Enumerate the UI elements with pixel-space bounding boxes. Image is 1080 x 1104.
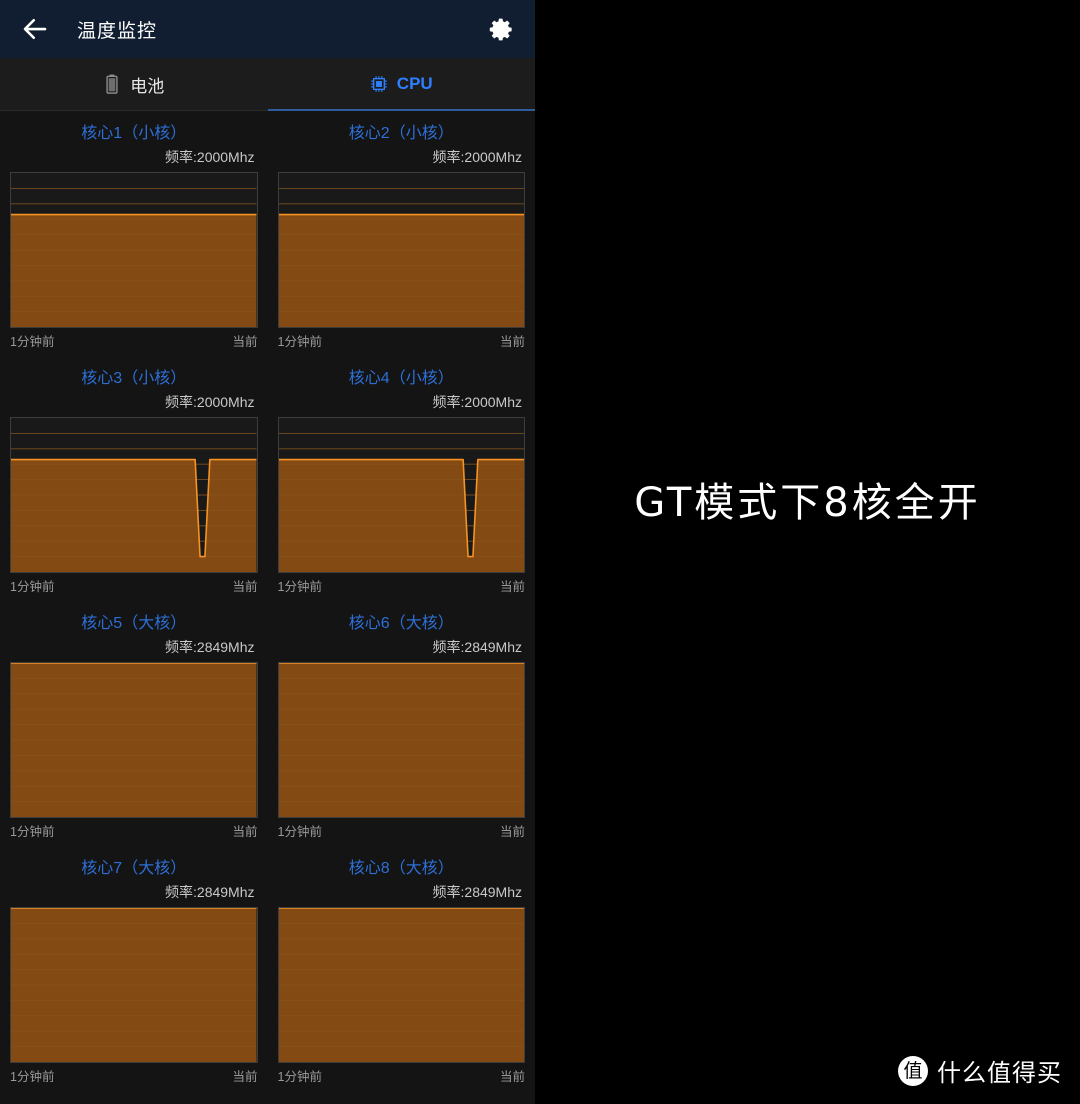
core-frequency-label: 频率:2849Mhz bbox=[432, 639, 522, 655]
axis-label-end: 当前 bbox=[232, 335, 258, 349]
chart-area-fill bbox=[278, 214, 524, 327]
chart-area-fill bbox=[278, 459, 524, 572]
core-chart-grid: 核心1（小核） 频率:2000Mhz 1分钟前 当前 核心2（小核） 频率:2000Mhz… bbox=[0, 111, 535, 1091]
core-card: 核心4（小核） 频率:2000Mhz 1分钟前 当前 bbox=[268, 356, 536, 601]
axis-label-end: 当前 bbox=[499, 335, 525, 349]
axis-label-start: 1分钟前 bbox=[10, 825, 55, 839]
chart-axis-labels: 1分钟前 当前 bbox=[278, 1063, 526, 1085]
axis-label-start: 1分钟前 bbox=[10, 1070, 55, 1084]
tab-bar: 电池 CPU bbox=[0, 58, 535, 111]
chart-axis-labels: 1分钟前 当前 bbox=[10, 818, 258, 840]
tab-battery[interactable]: 电池 bbox=[0, 58, 268, 110]
cpu-chip-icon bbox=[371, 76, 387, 92]
core-usage-sparkline bbox=[278, 663, 524, 817]
phone-screenshot: 温度监控 电池 CPU 核心1（小核） 频率:2000Mhz 1分钟前 当前 核… bbox=[0, 0, 535, 1104]
axis-label-start: 1分钟前 bbox=[277, 335, 322, 349]
chart-axis-labels: 1分钟前 当前 bbox=[10, 328, 258, 350]
core-frequency-label: 频率:2849Mhz bbox=[165, 884, 255, 900]
chart-axis-labels: 1分钟前 当前 bbox=[278, 818, 526, 840]
core-title: 核心4（小核） bbox=[348, 370, 454, 387]
core-title: 核心1（小核） bbox=[81, 125, 187, 142]
core-frequency-label: 频率:2000Mhz bbox=[165, 149, 255, 165]
axis-label-start: 1分钟前 bbox=[10, 335, 55, 349]
gear-icon[interactable] bbox=[488, 16, 515, 43]
core-card: 核心5（大核） 频率:2849Mhz 1分钟前 当前 bbox=[0, 601, 268, 846]
axis-label-end: 当前 bbox=[232, 1070, 258, 1084]
watermark-label: 什么值得买 bbox=[937, 1059, 1062, 1087]
core-usage-sparkline bbox=[11, 908, 257, 1062]
axis-label-end: 当前 bbox=[499, 580, 525, 594]
chart-axis-labels: 1分钟前 当前 bbox=[278, 573, 526, 595]
core-card: 核心3（小核） 频率:2000Mhz 1分钟前 当前 bbox=[0, 356, 268, 601]
axis-label-end: 当前 bbox=[232, 825, 258, 839]
core-usage-sparkline bbox=[11, 173, 257, 327]
core-title: 核心7（大核） bbox=[81, 860, 187, 877]
core-usage-chart bbox=[10, 907, 258, 1063]
core-usage-chart bbox=[10, 662, 258, 818]
core-usage-chart bbox=[277, 172, 525, 328]
core-card: 核心6（大核） 频率:2849Mhz 1分钟前 当前 bbox=[268, 601, 536, 846]
core-title: 核心5（大核） bbox=[81, 615, 187, 632]
axis-label-end: 当前 bbox=[499, 825, 525, 839]
core-usage-chart bbox=[10, 172, 258, 328]
core-card: 核心1（小核） 频率:2000Mhz 1分钟前 当前 bbox=[0, 111, 268, 356]
core-title: 核心3（小核） bbox=[81, 370, 187, 387]
core-card: 核心8（大核） 频率:2849Mhz 1分钟前 当前 bbox=[268, 846, 536, 1091]
chart-axis-labels: 1分钟前 当前 bbox=[10, 573, 258, 595]
core-usage-sparkline bbox=[278, 418, 524, 572]
core-frequency-label: 频率:2849Mhz bbox=[432, 884, 522, 900]
axis-label-start: 1分钟前 bbox=[277, 1070, 322, 1084]
core-title: 核心6（大核） bbox=[348, 615, 454, 632]
battery-icon bbox=[106, 74, 118, 94]
core-usage-sparkline bbox=[11, 663, 257, 817]
watermark: 值 什么值得买 bbox=[898, 1053, 1062, 1088]
chart-area-fill bbox=[11, 214, 257, 327]
axis-label-start: 1分钟前 bbox=[277, 825, 322, 839]
core-card: 核心7（大核） 频率:2849Mhz 1分钟前 当前 bbox=[0, 846, 268, 1091]
core-usage-chart bbox=[277, 907, 525, 1063]
tab-cpu[interactable]: CPU bbox=[267, 58, 536, 111]
core-title: 核心2（小核） bbox=[348, 125, 454, 142]
core-usage-sparkline bbox=[278, 173, 524, 327]
arrow-left-icon[interactable] bbox=[20, 14, 50, 44]
axis-label-start: 1分钟前 bbox=[277, 580, 322, 594]
chart-axis-labels: 1分钟前 当前 bbox=[10, 1063, 258, 1085]
axis-label-end: 当前 bbox=[232, 580, 258, 594]
core-usage-chart bbox=[277, 417, 525, 573]
core-usage-chart bbox=[10, 417, 258, 573]
core-usage-sparkline bbox=[11, 418, 257, 572]
app-bar: 温度监控 bbox=[0, 0, 535, 58]
axis-label-start: 1分钟前 bbox=[10, 580, 55, 594]
page-root: 温度监控 电池 CPU 核心1（小核） 频率:2000Mhz 1分钟前 当前 核… bbox=[0, 0, 1080, 1104]
core-frequency-label: 频率:2000Mhz bbox=[165, 394, 255, 410]
core-frequency-label: 频率:2849Mhz bbox=[165, 639, 255, 655]
core-frequency-label: 频率:2000Mhz bbox=[432, 149, 522, 165]
annotation-caption: GT模式下8核全开 bbox=[634, 480, 981, 526]
core-frequency-label: 频率:2000Mhz bbox=[432, 394, 522, 410]
smzdm-logo-icon: 值 bbox=[898, 1055, 928, 1086]
core-card: 核心2（小核） 频率:2000Mhz 1分钟前 当前 bbox=[268, 111, 536, 356]
tab-cpu-label: CPU bbox=[396, 74, 433, 93]
axis-label-end: 当前 bbox=[499, 1070, 525, 1084]
core-usage-sparkline bbox=[278, 908, 524, 1062]
page-title: 温度监控 bbox=[77, 20, 158, 42]
chart-axis-labels: 1分钟前 当前 bbox=[278, 328, 526, 350]
annotation-panel: GT模式下8核全开 值 什么值得买 bbox=[535, 0, 1080, 1104]
tab-battery-label: 电池 bbox=[130, 76, 165, 96]
core-usage-chart bbox=[277, 662, 525, 818]
core-title: 核心8（大核） bbox=[348, 860, 454, 877]
chart-area-fill bbox=[11, 459, 257, 572]
